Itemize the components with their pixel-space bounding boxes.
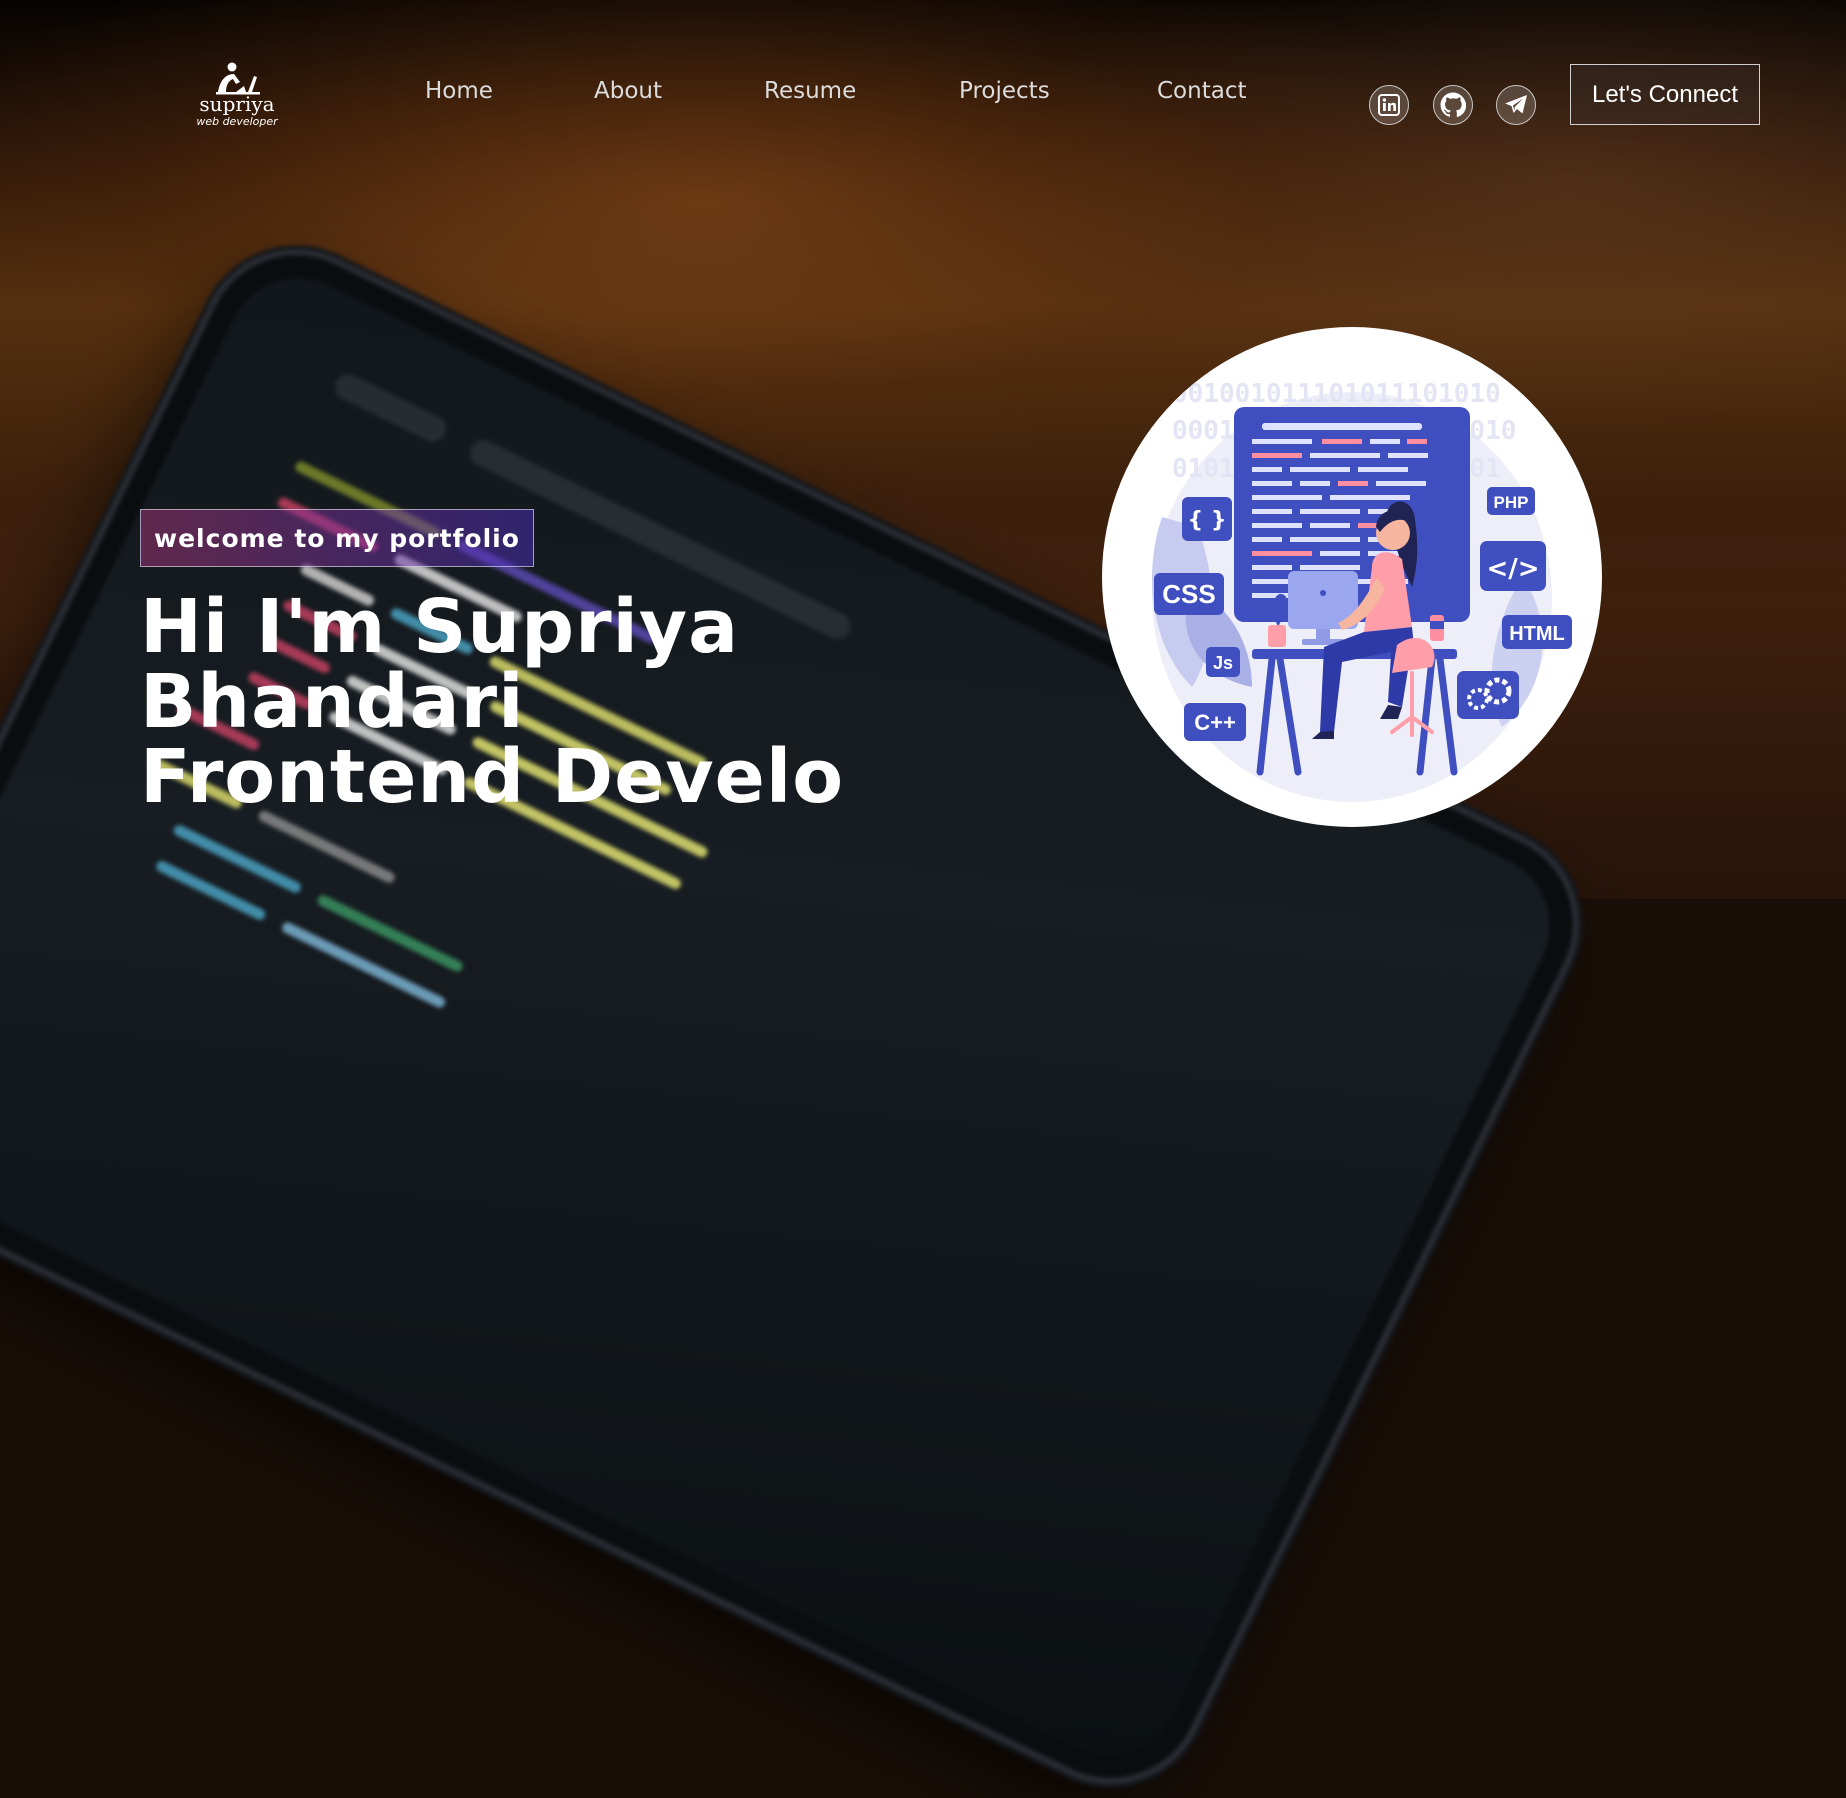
html-icon: HTML [1509,623,1565,645]
welcome-tagline: welcome to my portfolio [140,509,534,567]
nav-projects[interactable]: Projects [959,78,1050,104]
php-icon: PHP [1494,493,1529,512]
js-icon: Js [1213,653,1233,673]
developer-at-desk-graphic: 001001011101011101010 000101001011010101… [1152,379,1572,802]
hero-line-role: Frontend Develo [140,734,845,820]
linkedin-icon [1378,94,1400,116]
linkedin-link[interactable] [1369,85,1409,125]
logo-tagline: web developer [196,115,278,128]
cpp-icon: C++ [1194,710,1236,735]
code-tag-icon: </> [1486,554,1539,584]
binary-text: 001001011101011101010 [1172,379,1501,409]
nav-resume[interactable]: Resume [764,78,856,104]
nav-about[interactable]: About [594,78,662,104]
lets-connect-button[interactable]: Let's Connect [1570,64,1760,125]
developer-illustration: 001001011101011101010 000101001011010101… [1102,327,1602,827]
nav-contact[interactable]: Contact [1157,78,1246,104]
braces-icon: { } [1188,508,1227,533]
telegram-link[interactable] [1496,85,1536,125]
github-link[interactable] [1433,85,1473,125]
hero-heading: Hi I'm Supriya Bhandari Frontend Develo [140,590,844,815]
css-icon: CSS [1162,579,1215,609]
nav-home[interactable]: Home [425,78,493,104]
github-icon [1440,92,1466,117]
hero-line-name: Hi I'm Supriya [140,584,740,670]
hero-line-surname: Bhandari [140,659,525,745]
telegram-icon [1505,95,1527,114]
